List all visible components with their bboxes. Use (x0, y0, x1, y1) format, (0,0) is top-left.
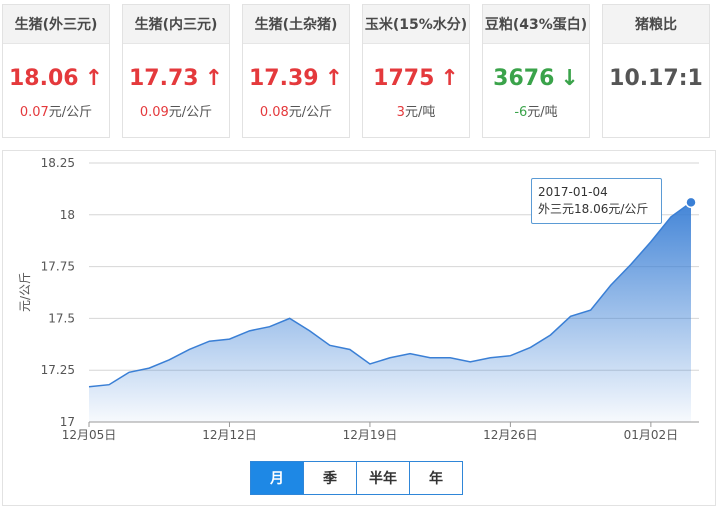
card-value-row: 18.06 ↑ (3, 66, 109, 91)
card-title: 猪粮比 (603, 5, 709, 44)
y-tick-label: 18.25 (41, 156, 75, 170)
arrow-up-icon: ↑ (440, 66, 459, 91)
card-title: 生猪(内三元) (123, 5, 229, 44)
arrow-up-icon: ↑ (84, 66, 104, 91)
card-value-row: 17.73 ↑ (123, 66, 229, 91)
card-value: 3676 (493, 66, 555, 91)
card-change: -6 (514, 105, 528, 120)
card-value-row: 3676 ↓ (483, 66, 589, 91)
card-change-row: -6元/吨 (483, 101, 589, 120)
card-value-row: 10.17:1 (603, 66, 709, 91)
price-card: 猪粮比 10.17:1 (602, 4, 710, 138)
x-tick-label: 12月05日 (62, 428, 117, 442)
y-tick-label: 17.25 (41, 363, 75, 377)
y-tick-label: 17.75 (41, 260, 75, 274)
range-month-button[interactable]: 月 (250, 461, 304, 495)
arrow-down-icon: ↓ (560, 66, 579, 91)
card-value-row: 1775 ↑ (363, 66, 469, 91)
price-card: 玉米(15%水分) 1775 ↑ 3元/吨 (362, 4, 470, 138)
y-tick-label: 17.5 (48, 311, 75, 325)
card-title: 生猪(外三元) (3, 5, 109, 44)
card-change: 0.09 (139, 105, 169, 120)
price-card: 豆粕(43%蛋白) 3676 ↓ -6元/吨 (482, 4, 590, 138)
x-tick-label: 01月02日 (624, 428, 679, 442)
card-unit: 元/公斤 (168, 105, 213, 120)
price-card: 生猪(外三元) 18.06 ↑ 0.07元/公斤 (2, 4, 110, 138)
price-card: 生猪(内三元) 17.73 ↑ 0.09元/公斤 (122, 4, 230, 138)
range-quarter-button[interactable]: 季 (303, 461, 357, 495)
range-halfyear-button[interactable]: 半年 (356, 461, 410, 495)
card-change: 0.07 (19, 105, 49, 120)
card-value: 18.06 (8, 66, 79, 91)
card-value: 17.39 (248, 66, 319, 91)
tooltip-text: 外三元18.06元/公斤 (538, 202, 649, 216)
series-area (89, 202, 691, 422)
card-change-row: 0.09元/公斤 (123, 101, 229, 120)
card-change: 0.08 (259, 105, 289, 120)
y-axis-label: 元/公斤 (18, 272, 32, 312)
highlight-point (685, 196, 697, 209)
card-change-row: 0.07元/公斤 (3, 101, 109, 120)
x-tick-label: 12月12日 (202, 428, 257, 442)
card-value: 17.73 (128, 66, 199, 91)
card-change: 3 (396, 105, 405, 120)
arrow-up-icon: ↑ (324, 66, 344, 91)
x-tick-label: 12月26日 (483, 428, 538, 442)
tooltip-date: 2017-01-04 (538, 185, 608, 199)
range-selector: 月 季 半年 年 (250, 461, 463, 495)
y-tick-label: 17 (60, 415, 75, 429)
y-tick-label: 18 (60, 208, 75, 222)
card-value: 1775 (373, 66, 435, 91)
card-value-row: 17.39 ↑ (243, 66, 349, 91)
x-tick-label: 12月19日 (343, 428, 398, 442)
card-unit: 元/公斤 (48, 105, 93, 120)
card-value: 10.17:1 (609, 66, 703, 91)
price-card: 生猪(土杂猪) 17.39 ↑ 0.08元/公斤 (242, 4, 350, 138)
card-unit: 元/吨 (404, 105, 436, 120)
card-unit: 元/公斤 (288, 105, 333, 120)
card-title: 玉米(15%水分) (363, 5, 469, 44)
card-unit: 元/吨 (527, 105, 558, 120)
card-change-row: 0.08元/公斤 (243, 101, 349, 120)
range-year-button[interactable]: 年 (409, 461, 463, 495)
card-change-row: 3元/吨 (363, 101, 469, 120)
card-title: 豆粕(43%蛋白) (483, 5, 589, 44)
chart-tooltip: 2017-01-04 外三元18.06元/公斤 (531, 178, 662, 224)
card-title: 生猪(土杂猪) (243, 5, 349, 44)
arrow-up-icon: ↑ (204, 66, 224, 91)
